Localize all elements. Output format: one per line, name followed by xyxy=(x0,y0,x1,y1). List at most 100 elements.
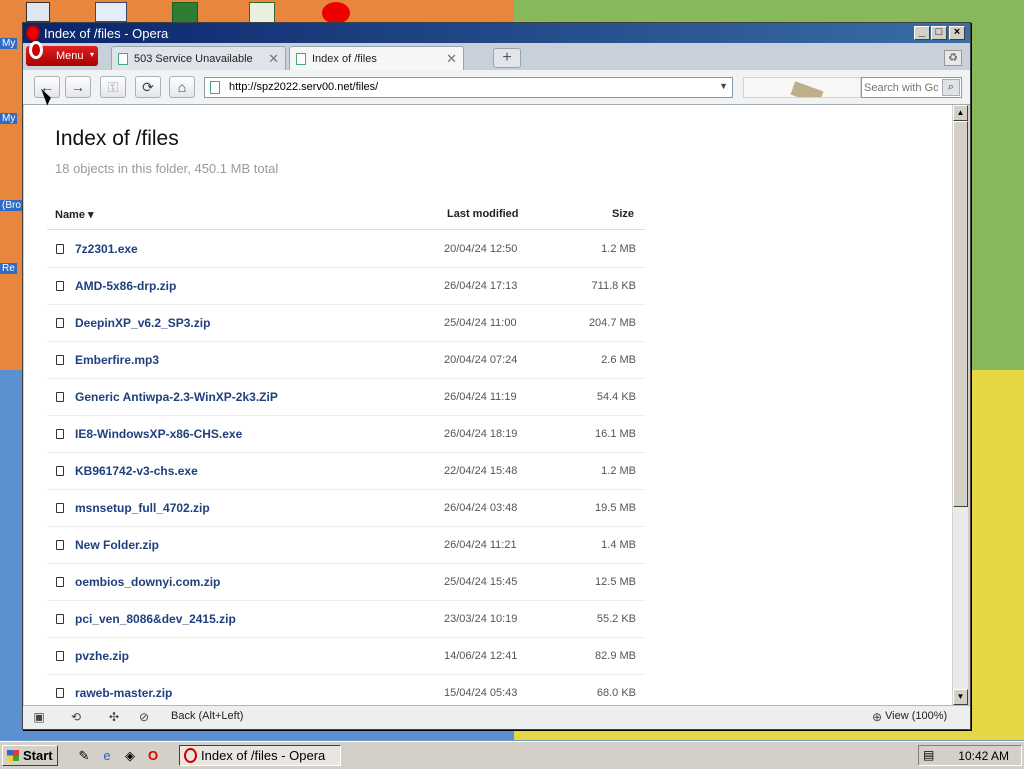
tab-503[interactable]: 503 Service Unavailable ✕ xyxy=(111,46,286,70)
home-button[interactable]: ⌂ xyxy=(169,76,195,98)
file-modified: 26/04/24 11:19 xyxy=(444,391,517,403)
task-label: Index of /files - Opera xyxy=(201,748,326,763)
minimize-button[interactable]: _ xyxy=(914,26,930,40)
file-size: 54.4 KB xyxy=(596,391,636,403)
new-tab-button[interactable]: + xyxy=(493,48,521,68)
file-row[interactable]: msnsetup_full_4702.zip 26/04/24 03:48 19.5… xyxy=(47,490,645,527)
column-header-name[interactable]: Name ▾ xyxy=(55,208,94,221)
file-row[interactable]: IE8-WindowsXP-x86-CHS.exe 26/04/24 18:19 1… xyxy=(47,416,645,453)
file-icon xyxy=(56,392,64,402)
file-row[interactable]: raweb-master.zip 15/04/24 05:43 68.0 KB xyxy=(47,675,645,705)
file-row[interactable]: 7z2301.exe 20/04/24 12:50 1.2 MB xyxy=(47,231,645,268)
tab-index-files[interactable]: Index of /files ✕ xyxy=(289,46,464,70)
file-row[interactable]: New Folder.zip 26/04/24 11:21 1.4 MB xyxy=(47,527,645,564)
title-bar[interactable]: Index of /files - Opera _ □ × xyxy=(23,23,970,43)
page-title: Index of /files xyxy=(55,127,179,150)
file-name-link[interactable]: msnsetup_full_4702.zip xyxy=(75,501,210,515)
file-name-link[interactable]: AMD-5x86-drp.zip xyxy=(75,279,176,293)
media-icon[interactable]: ◈ xyxy=(122,748,138,764)
outlook-icon[interactable] xyxy=(95,2,127,22)
opera-desktop-icon[interactable] xyxy=(322,2,350,24)
file-size: 19.5 MB xyxy=(595,502,636,514)
excel-icon[interactable] xyxy=(172,2,198,24)
file-row[interactable]: Emberfire.mp3 20/04/24 07:24 2.6 MB xyxy=(47,342,645,379)
sync-icon[interactable]: ⟲ xyxy=(68,710,84,724)
show-desktop-icon[interactable]: ✎ xyxy=(76,748,92,764)
network-icon[interactable]: ▤ xyxy=(923,748,939,763)
file-modified: 26/04/24 18:19 xyxy=(444,428,518,440)
start-button[interactable]: Start xyxy=(2,745,58,766)
status-hint: Back (Alt+Left) xyxy=(171,710,244,722)
file-name-link[interactable]: New Folder.zip xyxy=(75,538,159,552)
turbo-icon[interactable]: ✣ xyxy=(106,710,122,724)
file-modified: 23/03/24 10:19 xyxy=(444,613,518,625)
scheduler-icon[interactable] xyxy=(249,2,275,24)
file-size: 16.1 MB xyxy=(595,428,636,440)
file-icon xyxy=(56,318,64,328)
navigation-bar: ← → ⚿ ⟳ ⌂ http://spz2022.serv00.net/file… xyxy=(23,70,970,105)
trash-icon[interactable]: ♻ xyxy=(944,50,962,66)
file-row[interactable]: pci_ven_8086&dev_2415.zip 23/03/24 10:19 5… xyxy=(47,601,645,638)
scroll-up-icon[interactable]: ▲ xyxy=(953,105,968,121)
file-modified: 14/06/24 12:41 xyxy=(444,650,518,662)
file-name-link[interactable]: oembios_downyi.com.zip xyxy=(75,575,220,589)
file-name-link[interactable]: pvzhe.zip xyxy=(75,649,129,663)
taskbar: Start ✎ e ◈ O Index of /files - Opera ▤ … xyxy=(0,741,1024,769)
file-row[interactable]: AMD-5x86-drp.zip 26/04/24 17:13 711.8 KB xyxy=(47,268,645,305)
search-icon[interactable]: ⌕ xyxy=(942,79,960,96)
taskbar-opera-window[interactable]: Index of /files - Opera xyxy=(179,745,341,766)
desktop-label-2[interactable]: My xyxy=(0,113,18,124)
file-modified: 20/04/24 12:50 xyxy=(444,243,518,255)
desktop-label-1[interactable]: My xyxy=(0,38,18,49)
scroll-thumb[interactable] xyxy=(953,121,968,507)
scroll-down-icon[interactable]: ▼ xyxy=(953,689,968,705)
block-icon[interactable]: ⊘ xyxy=(136,710,152,724)
maximize-button[interactable]: □ xyxy=(931,26,947,40)
file-row[interactable]: KB961742-v3-chs.exe 22/04/24 15:48 1.2 MB xyxy=(47,453,645,490)
vertical-scrollbar[interactable]: ▲ ▼ xyxy=(952,105,968,705)
internet-explorer-icon[interactable]: e xyxy=(99,748,115,764)
file-name-link[interactable]: DeepinXP_v6.2_SP3.zip xyxy=(75,316,210,330)
reload-button[interactable]: ⟳ xyxy=(135,76,161,98)
file-name-link[interactable]: raweb-master.zip xyxy=(75,686,172,700)
clock[interactable]: 10:42 AM xyxy=(958,749,1009,763)
search-box[interactable]: ⌕ xyxy=(861,77,962,98)
tab-label: 503 Service Unavailable xyxy=(134,53,253,65)
address-dropdown-icon[interactable]: ▼ xyxy=(719,81,728,91)
key-icon[interactable]: ⚿ xyxy=(100,76,126,98)
file-name-link[interactable]: KB961742-v3-chs.exe xyxy=(75,464,198,478)
file-row[interactable]: DeepinXP_v6.2_SP3.zip 25/04/24 11:00 204.7… xyxy=(47,305,645,342)
file-icon xyxy=(56,614,64,624)
address-bar[interactable]: http://spz2022.serv00.net/files/ ▼ xyxy=(204,77,733,98)
desktop-label-3[interactable]: (Bro xyxy=(0,200,23,211)
my-computer-icon[interactable] xyxy=(26,2,50,22)
file-row[interactable]: pvzhe.zip 14/06/24 12:41 82.9 MB xyxy=(47,638,645,675)
page-icon xyxy=(296,53,306,65)
file-row[interactable]: oembios_downyi.com.zip 25/04/24 15:45 12.5… xyxy=(47,564,645,601)
panel-toggle-icon[interactable]: ▣ xyxy=(31,710,47,724)
close-button[interactable]: × xyxy=(949,26,965,40)
opera-menu-button[interactable]: Menu ▾ xyxy=(26,41,98,66)
zoom-level[interactable]: View (100%) xyxy=(885,710,947,722)
search-input[interactable] xyxy=(864,80,938,95)
close-tab-icon[interactable]: ✕ xyxy=(268,51,279,67)
file-size: 55.2 KB xyxy=(596,613,636,625)
file-name-link[interactable]: Emberfire.mp3 xyxy=(75,353,159,367)
close-tab-icon[interactable]: ✕ xyxy=(446,51,457,67)
file-name-link[interactable]: pci_ven_8086&dev_2415.zip xyxy=(75,612,236,626)
zoom-icon[interactable]: ⊕ xyxy=(869,710,885,724)
opera-logo-icon xyxy=(26,25,40,41)
file-name-link[interactable]: 7z2301.exe xyxy=(75,242,138,256)
column-header-modified[interactable]: Last modified xyxy=(447,208,519,220)
column-header-size[interactable]: Size xyxy=(612,208,634,220)
file-row[interactable]: Generic Antiwpa-2.3-WinXP-2k3.ZiP 26/04/2… xyxy=(47,379,645,416)
desktop-label-4[interactable]: Re xyxy=(0,263,17,274)
opera-o-icon xyxy=(29,41,43,59)
file-icon xyxy=(56,503,64,513)
page-content: Index of /files 18 objects in this folde… xyxy=(24,105,952,705)
file-name-link[interactable]: Generic Antiwpa-2.3-WinXP-2k3.ZiP xyxy=(75,390,278,404)
opera-quicklaunch-icon[interactable]: O xyxy=(145,748,161,764)
file-icon xyxy=(56,466,64,476)
file-name-link[interactable]: IE8-WindowsXP-x86-CHS.exe xyxy=(75,427,242,441)
forward-button[interactable]: → xyxy=(65,76,91,98)
